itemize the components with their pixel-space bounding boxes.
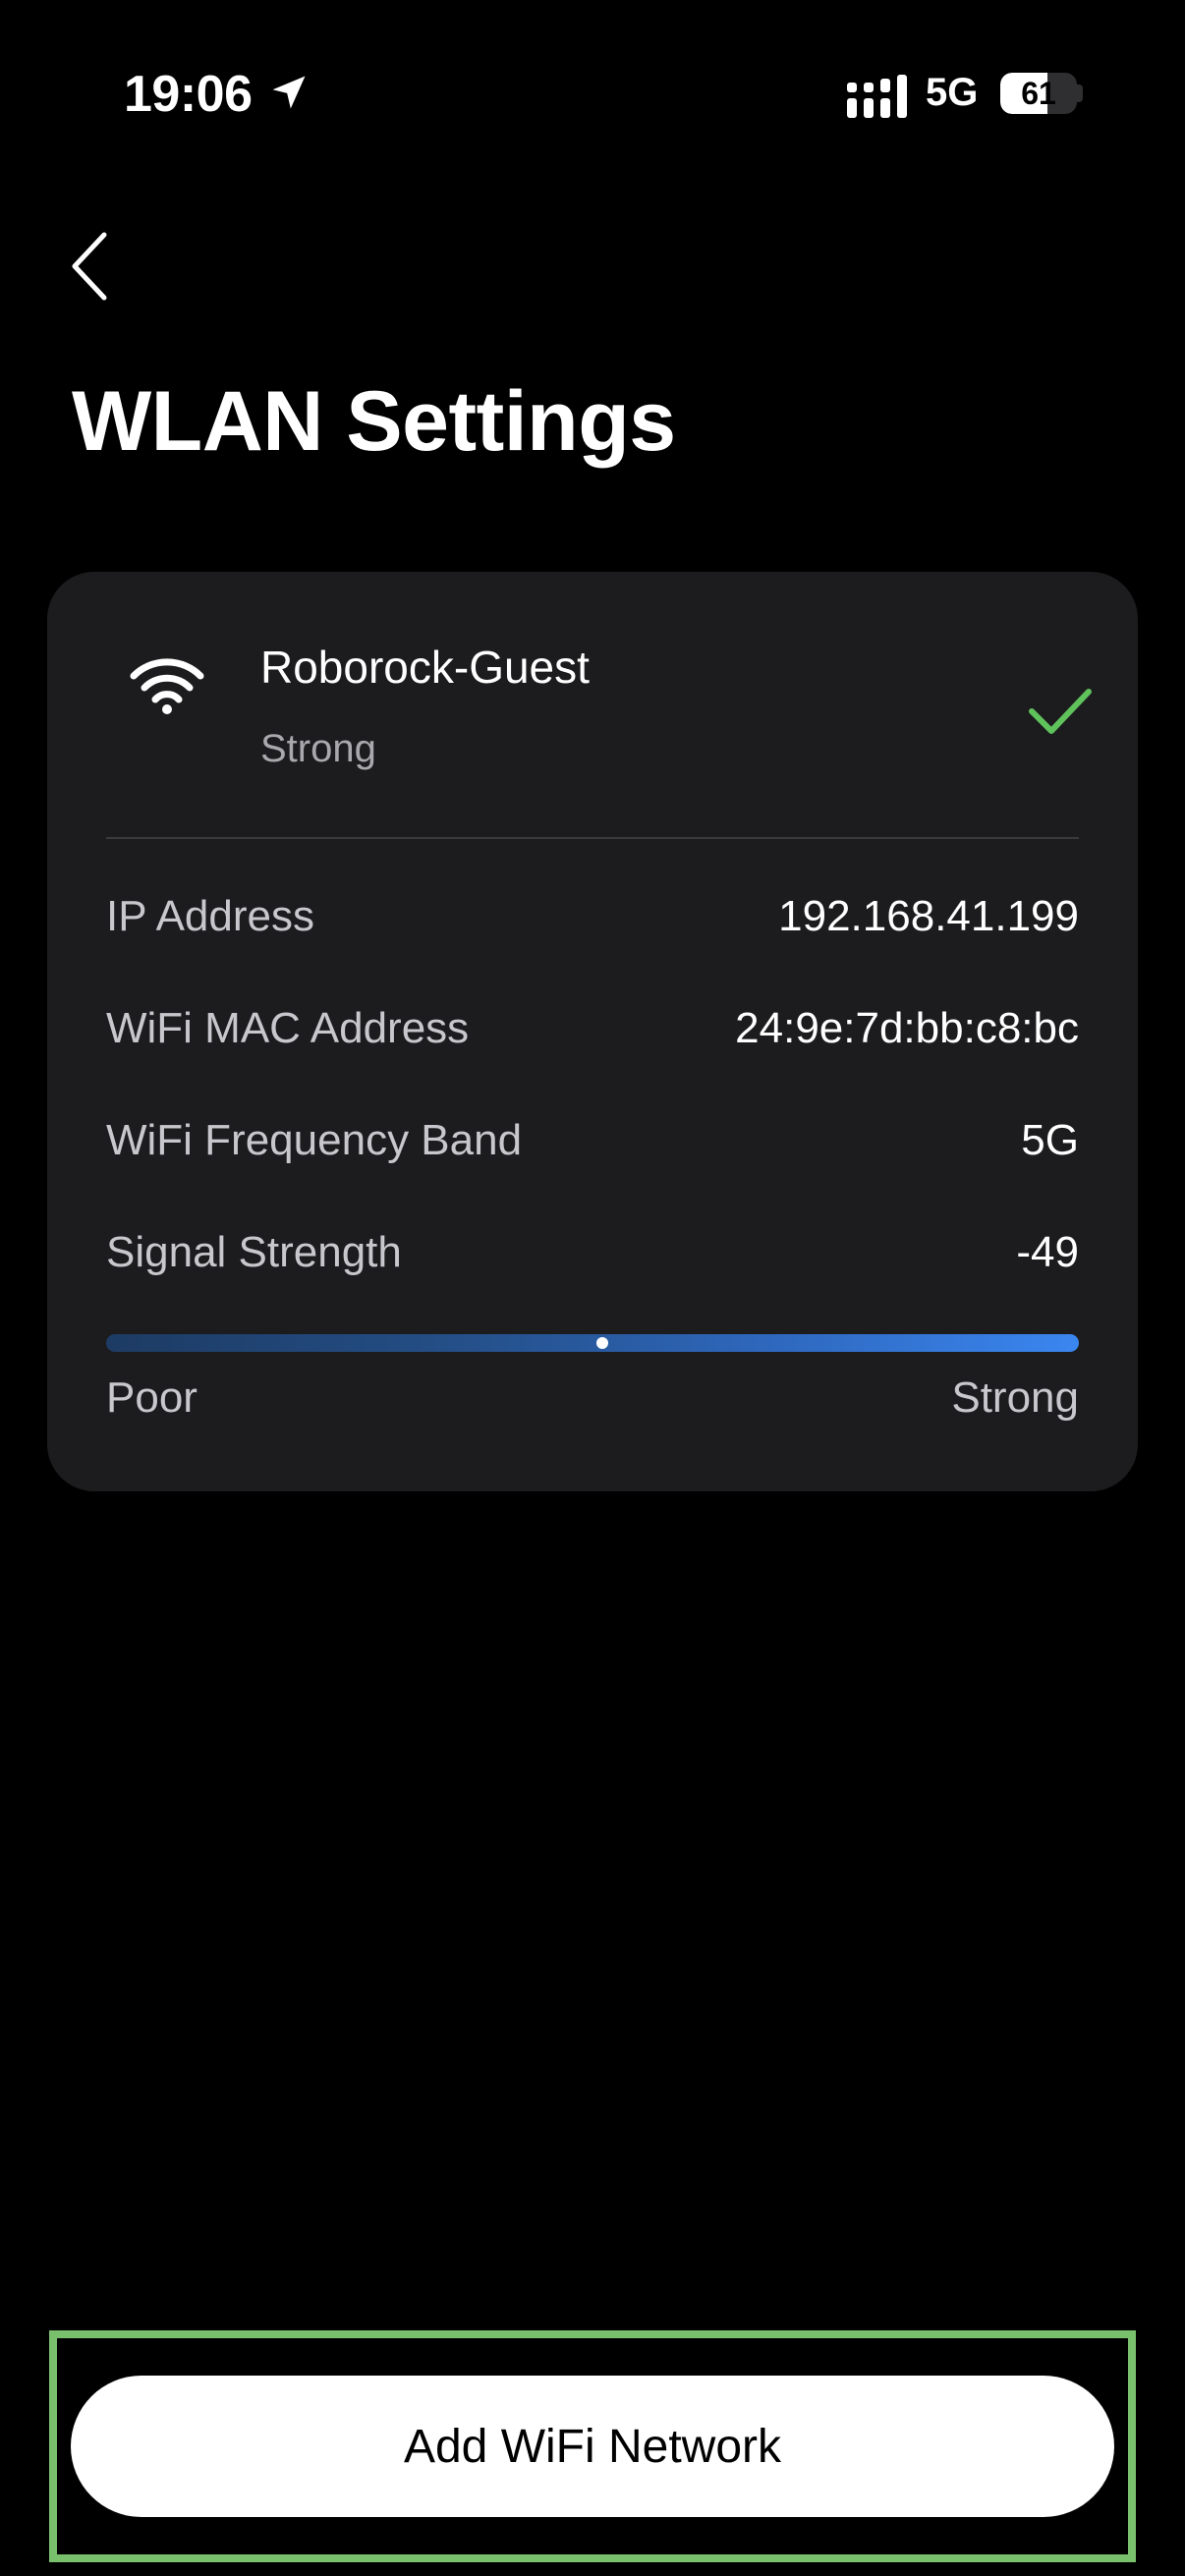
signal-strength-indicator (595, 1337, 608, 1349)
signal-strength-bar (106, 1334, 1079, 1352)
mac-address-label: WiFi MAC Address (106, 1004, 470, 1052)
status-time: 19:06 (124, 66, 253, 123)
page-title: WLAN Settings (72, 374, 676, 469)
back-button[interactable] (69, 222, 138, 310)
frequency-band-value: 5G (1021, 1116, 1079, 1164)
battery-level: 61 (1021, 76, 1056, 111)
signal-scale-max: Strong (951, 1373, 1079, 1422)
divider (106, 837, 1079, 839)
location-arrow-icon (272, 76, 306, 109)
network-status: Strong (260, 727, 376, 770)
signal-strength-label: Signal Strength (106, 1228, 402, 1276)
network-type: 5G (926, 71, 979, 114)
signal-scale-min: Poor (106, 1373, 198, 1422)
cellular-signal-icon (847, 75, 907, 118)
ip-address-value: 192.168.41.199 (778, 892, 1079, 940)
signal-strength-value: -49 (1016, 1228, 1079, 1276)
mac-address-value: 24:9e:7d:bb:c8:bc (735, 1004, 1079, 1052)
add-wifi-network-button[interactable]: Add WiFi Network (71, 2376, 1114, 2517)
wifi-icon (130, 658, 204, 714)
frequency-band-label: WiFi Frequency Band (106, 1116, 523, 1164)
battery-tip (1077, 84, 1083, 102)
ip-address-label: IP Address (106, 892, 314, 940)
checkmark-icon (1029, 689, 1092, 734)
chevron-left-icon (72, 232, 107, 301)
battery-icon: 61 (1000, 73, 1077, 114)
network-name[interactable]: Roborock-Guest (260, 641, 590, 694)
